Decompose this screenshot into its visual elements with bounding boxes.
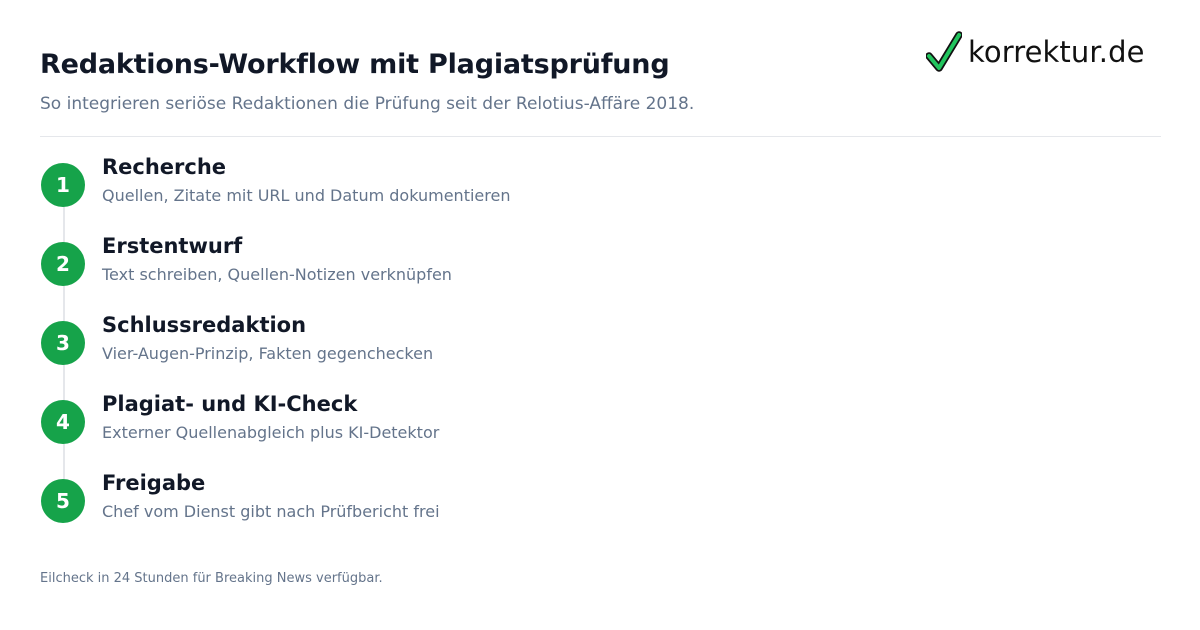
page-title: Redaktions-Workflow mit Plagiatsprüfung: [40, 49, 670, 80]
step-description: Text schreiben, Quellen-Notizen verknüpf…: [102, 265, 452, 284]
step-number-badge: 3: [41, 321, 85, 365]
step-title: Plagiat- und KI-Check: [102, 392, 358, 416]
page-subtitle: So integrieren seriöse Redaktionen die P…: [40, 94, 695, 114]
step-title: Schlussredaktion: [102, 313, 307, 337]
workflow-step-1: 1 Recherche Quellen, Zitate mit URL und …: [40, 155, 840, 232]
step-title: Freigabe: [102, 471, 206, 495]
step-description: Vier-Augen-Prinzip, Fakten gegenchecken: [102, 344, 434, 363]
step-description: Externer Quellenabgleich plus KI-Detekto…: [102, 423, 440, 442]
step-number-badge: 5: [41, 479, 85, 523]
workflow-step-4: 4 Plagiat- und KI-Check Externer Quellen…: [40, 392, 840, 469]
step-title: Recherche: [102, 155, 227, 179]
header-divider: [40, 136, 1161, 137]
step-description: Quellen, Zitate mit URL und Datum dokume…: [102, 186, 511, 205]
footnote: Eilcheck in 24 Stunden für Breaking News…: [40, 571, 383, 586]
step-description: Chef vom Dienst gibt nach Prüfbericht fr…: [102, 502, 440, 521]
step-title: Erstentwurf: [102, 234, 243, 258]
step-number-badge: 1: [41, 163, 85, 207]
workflow-step-2: 2 Erstentwurf Text schreiben, Quellen-No…: [40, 234, 840, 311]
checkmark-icon: [926, 31, 962, 72]
step-number-badge: 4: [41, 400, 85, 444]
korrektur-logo[interactable]: korrektur.de: [926, 30, 1166, 74]
workflow-step-5: 5 Freigabe Chef vom Dienst gibt nach Prü…: [40, 471, 840, 548]
step-number-badge: 2: [41, 242, 85, 286]
workflow-step-3: 3 Schlussredaktion Vier-Augen-Prinzip, F…: [40, 313, 840, 390]
logo-text: korrektur.de: [968, 35, 1145, 69]
